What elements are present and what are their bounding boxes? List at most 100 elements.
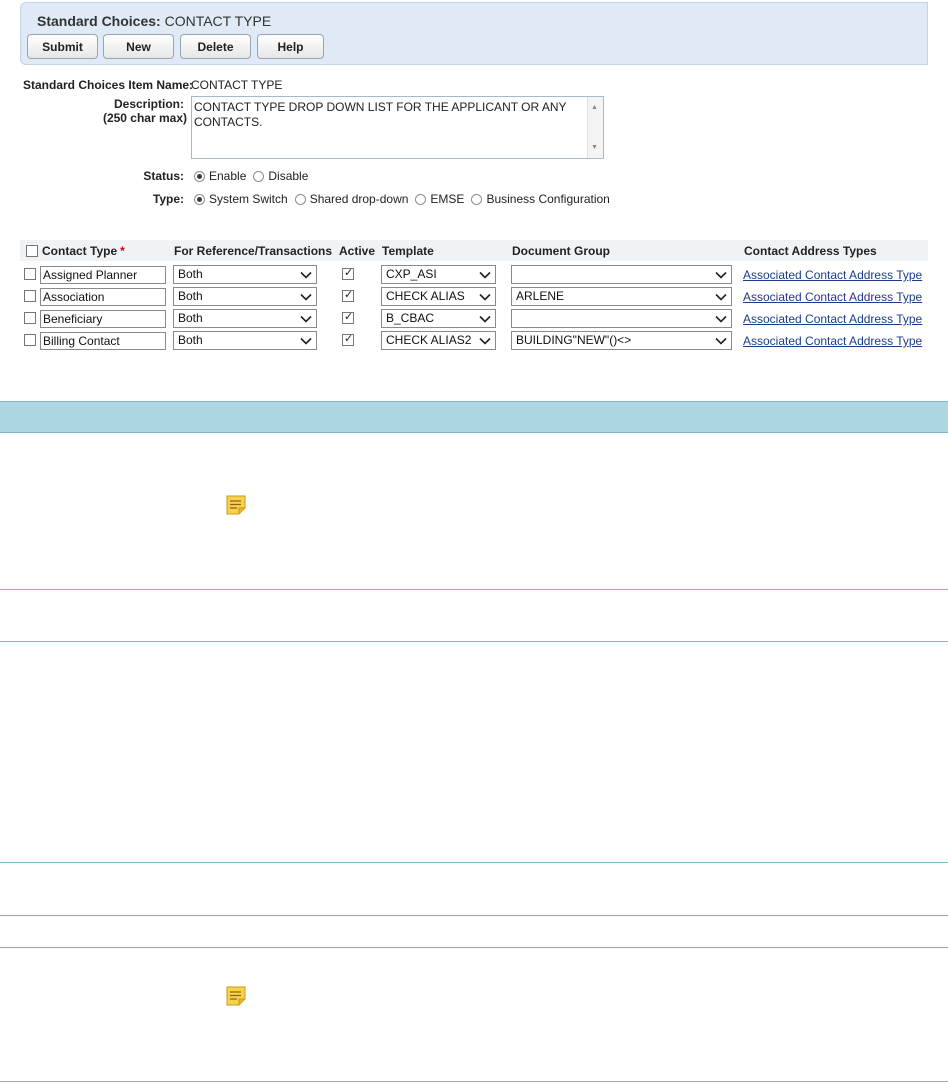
reference-select[interactable]: Both xyxy=(173,287,317,306)
reference-select[interactable]: Both xyxy=(173,331,317,350)
row-select-checkbox[interactable] xyxy=(24,268,36,280)
row-select-checkbox[interactable] xyxy=(24,312,36,324)
type-shared-dropdown[interactable]: Shared drop-down xyxy=(294,192,409,206)
template-select[interactable]: CXP_ASI xyxy=(381,265,496,284)
chevron-down-icon xyxy=(300,315,312,323)
page-header: Standard Choices: CONTACT TYPE Submit Ne… xyxy=(20,2,928,65)
type-label: Type: xyxy=(152,192,184,206)
chevron-down-icon xyxy=(479,271,491,279)
required-mark: * xyxy=(120,244,125,258)
active-checkbox[interactable] xyxy=(342,288,354,302)
page-title-value: CONTACT TYPE xyxy=(164,13,272,29)
item-name-label: Standard Choices Item Name: xyxy=(23,78,194,92)
type-emse-radio[interactable] xyxy=(415,193,427,205)
reference-select-value: Both xyxy=(178,311,203,325)
type-system-switch-radio[interactable] xyxy=(194,193,205,205)
status-disable[interactable]: Disable xyxy=(253,169,308,183)
status-enable-label: Enable xyxy=(209,169,247,183)
note-icon[interactable] xyxy=(226,986,246,1006)
chevron-down-icon xyxy=(479,293,491,301)
section-divider xyxy=(0,641,948,642)
associated-address-type-link[interactable]: Associated Contact Address Type xyxy=(743,290,922,304)
document-group-select-value: BUILDING"NEW"()<> xyxy=(516,333,632,347)
reference-select-value: Both xyxy=(178,267,203,281)
page-title-label: Standard Choices: xyxy=(37,13,161,29)
type-shared-dropdown-radio[interactable] xyxy=(294,193,306,205)
active-checkbox[interactable] xyxy=(342,332,354,346)
reference-select-value: Both xyxy=(178,333,203,347)
section-divider xyxy=(0,915,948,916)
status-enable-radio[interactable] xyxy=(194,170,205,182)
description-label: Description: xyxy=(113,97,184,111)
description-hint: (250 char max) xyxy=(102,111,187,125)
document-group-select[interactable] xyxy=(511,309,732,328)
col-reference: For Reference/Transactions xyxy=(174,244,333,258)
chevron-down-icon xyxy=(715,337,727,345)
contact-type-input[interactable]: Billing Contact xyxy=(40,332,166,350)
chevron-down-icon xyxy=(715,293,727,301)
section-divider xyxy=(0,947,948,948)
select-all-checkbox[interactable] xyxy=(26,245,38,257)
template-select[interactable]: B_CBAC xyxy=(381,309,496,328)
chevron-down-icon xyxy=(479,337,491,345)
template-select-value: CHECK ALIAS xyxy=(386,289,465,303)
submit-button[interactable]: Submit xyxy=(27,34,98,59)
type-business-configuration[interactable]: Business Configuration xyxy=(471,192,610,206)
template-select[interactable]: CHECK ALIAS xyxy=(381,287,496,306)
reference-select[interactable]: Both xyxy=(173,309,317,328)
active-checkbox[interactable] xyxy=(342,310,354,324)
reference-select-value: Both xyxy=(178,289,203,303)
type-shared-dropdown-label: Shared drop-down xyxy=(309,192,409,206)
contact-type-input[interactable]: Assigned Planner xyxy=(40,266,166,284)
template-select-value: CHECK ALIAS2 xyxy=(386,333,472,347)
contact-type-input[interactable]: Association xyxy=(40,288,166,306)
active-checkbox[interactable] xyxy=(342,266,354,280)
section-divider xyxy=(0,862,948,863)
chevron-down-icon xyxy=(479,315,491,323)
description-scrollbar[interactable]: ▲ ▼ xyxy=(587,97,603,158)
associated-address-type-link[interactable]: Associated Contact Address Type xyxy=(743,312,922,326)
template-select[interactable]: CHECK ALIAS2 xyxy=(381,331,496,350)
chevron-down-icon xyxy=(300,293,312,301)
chevron-down-icon xyxy=(715,315,727,323)
col-address-types: Contact Address Types xyxy=(744,244,877,258)
col-contact-type: Contact Type * xyxy=(42,244,125,258)
col-active: Active xyxy=(339,244,376,258)
description-textarea[interactable]: CONTACT TYPE DROP DOWN LIST FOR THE APPL… xyxy=(191,96,604,159)
type-system-switch[interactable]: System Switch xyxy=(194,192,288,206)
status-disable-radio[interactable] xyxy=(253,170,265,182)
type-business-configuration-radio[interactable] xyxy=(471,193,483,205)
row-select-checkbox[interactable] xyxy=(24,334,36,346)
new-button[interactable]: New xyxy=(103,34,174,59)
template-select-value: CXP_ASI xyxy=(386,267,437,281)
col-contact-type-label: Contact Type xyxy=(42,244,118,258)
status-enable[interactable]: Enable xyxy=(194,169,246,183)
contact-type-input[interactable]: Beneficiary xyxy=(40,310,166,328)
status-disable-label: Disable xyxy=(268,169,309,183)
description-text: CONTACT TYPE DROP DOWN LIST FOR THE APPL… xyxy=(194,100,567,129)
chevron-down-icon xyxy=(300,337,312,345)
row-select-checkbox[interactable] xyxy=(24,290,36,302)
section-divider xyxy=(0,589,948,590)
chevron-down-icon xyxy=(300,271,312,279)
scroll-down-icon[interactable]: ▼ xyxy=(591,140,598,155)
scroll-up-icon[interactable]: ▲ xyxy=(591,100,598,115)
document-group-select[interactable]: ARLENE xyxy=(511,287,732,306)
type-radio-group: System Switch Shared drop-down EMSE Busi… xyxy=(194,192,617,206)
delete-button[interactable]: Delete xyxy=(180,34,251,59)
help-button[interactable]: Help xyxy=(257,34,324,59)
note-icon[interactable] xyxy=(226,495,246,515)
type-emse[interactable]: EMSE xyxy=(415,192,464,206)
template-select-value: B_CBAC xyxy=(386,311,435,325)
reference-select[interactable]: Both xyxy=(173,265,317,284)
status-label: Status: xyxy=(143,169,184,183)
associated-address-type-link[interactable]: Associated Contact Address Type xyxy=(743,268,922,282)
col-template: Template xyxy=(382,244,434,258)
document-group-select-value: ARLENE xyxy=(516,289,565,303)
document-group-select[interactable] xyxy=(511,265,732,284)
chevron-down-icon xyxy=(715,271,727,279)
type-system-switch-label: System Switch xyxy=(209,192,288,206)
document-group-select[interactable]: BUILDING"NEW"()<> xyxy=(511,331,732,350)
associated-address-type-link[interactable]: Associated Contact Address Type xyxy=(743,334,922,348)
section-band xyxy=(0,401,948,433)
